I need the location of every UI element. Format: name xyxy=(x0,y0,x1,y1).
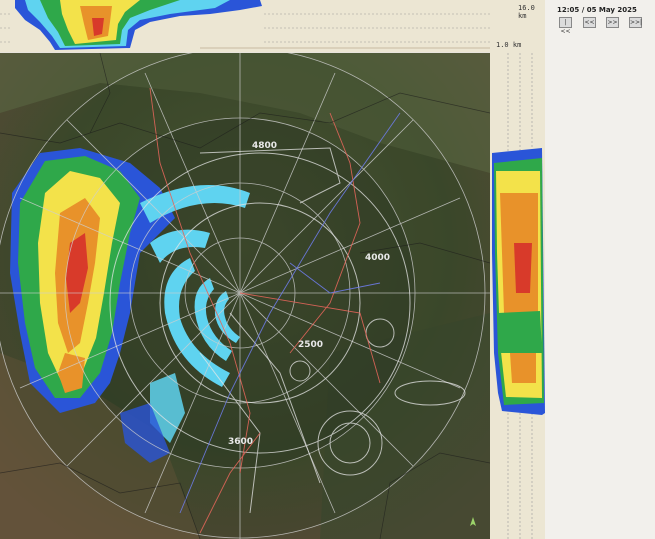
side-cross-section-plot xyxy=(490,53,545,539)
timestamp-label: 12:05 / 05 May 2025 xyxy=(557,6,637,14)
range-label-4000: 4000 xyxy=(365,253,391,263)
height-label-bottom: 1.0 km xyxy=(496,41,522,49)
prev-frame-button[interactable]: << xyxy=(583,17,596,28)
playback-controls: 12:05 / 05 May 2025 |<< << >> >>| xyxy=(545,0,655,539)
range-label-4800: 4800 xyxy=(252,141,278,151)
next-frame-button[interactable]: >> xyxy=(606,17,619,28)
top-cross-section-plot xyxy=(0,0,490,52)
range-label-3600: 3600 xyxy=(228,437,254,447)
side-cross-section xyxy=(490,53,545,539)
top-cross-section xyxy=(0,0,490,52)
radar-ppi-view[interactable]: 4800 4000 2500 3600 xyxy=(0,53,490,539)
first-frame-button[interactable]: |<< xyxy=(559,17,572,35)
radar-map xyxy=(0,53,490,539)
axis-corner: 16.0 km 1.0 km xyxy=(490,0,545,53)
height-label-top: 16.0 km xyxy=(518,4,535,20)
last-frame-button[interactable]: >>| xyxy=(629,17,642,28)
range-label-2500: 2500 xyxy=(298,340,324,350)
